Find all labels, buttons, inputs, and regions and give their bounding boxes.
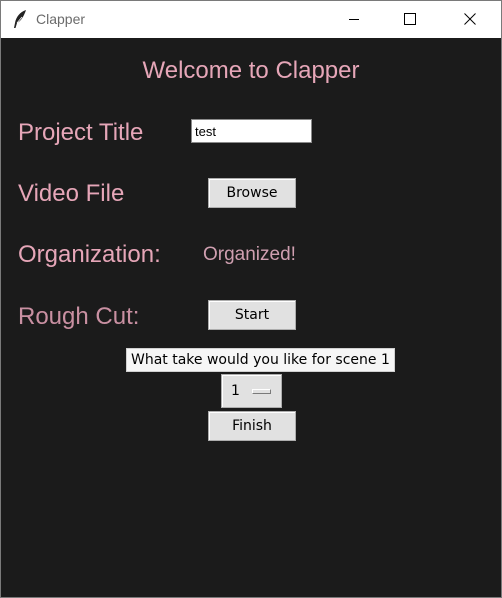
welcome-heading: Welcome to Clapper bbox=[142, 57, 360, 84]
minimize-icon bbox=[349, 19, 359, 20]
maximize-icon bbox=[404, 13, 416, 25]
rough-cut-label: Rough Cut: bbox=[18, 303, 140, 330]
organization-label: Organization: bbox=[18, 241, 161, 268]
main-panel: Welcome to Clapper Project Title Video F… bbox=[1, 38, 501, 597]
take-select[interactable]: 1 bbox=[221, 374, 282, 408]
finish-button[interactable]: Finish bbox=[208, 411, 296, 441]
take-select-value: 1 bbox=[231, 383, 240, 399]
option-menu-indicator-icon bbox=[252, 389, 271, 394]
project-title-input[interactable] bbox=[191, 119, 312, 143]
browse-button[interactable]: Browse bbox=[208, 178, 296, 208]
window-title: Clapper bbox=[36, 11, 86, 27]
close-icon bbox=[464, 13, 476, 25]
title-bar[interactable]: Clapper bbox=[1, 1, 501, 38]
take-prompt-label: What take would you like for scene 1 bbox=[126, 348, 395, 372]
project-title-label: Project Title bbox=[18, 119, 144, 146]
app-window: Clapper Welcome to Clapper Project Title… bbox=[0, 0, 502, 598]
close-button[interactable] bbox=[447, 1, 493, 38]
organization-status: Organized! bbox=[203, 244, 296, 265]
video-file-label: Video File bbox=[18, 180, 125, 207]
minimize-button[interactable] bbox=[331, 1, 377, 38]
feather-icon bbox=[12, 9, 28, 29]
start-button[interactable]: Start bbox=[208, 300, 296, 330]
maximize-button[interactable] bbox=[387, 1, 433, 38]
